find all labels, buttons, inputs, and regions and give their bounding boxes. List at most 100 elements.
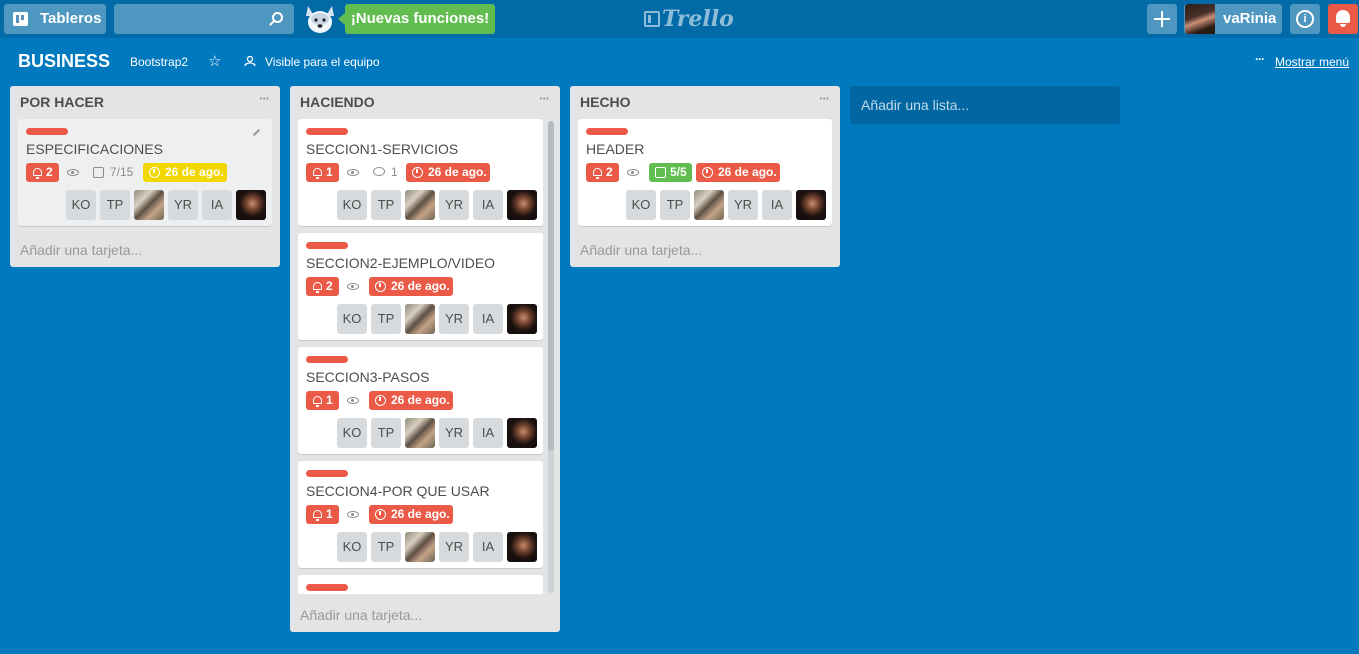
member-ia[interactable]: IA <box>473 532 503 562</box>
info-icon: i <box>1296 10 1314 28</box>
card[interactable]: ESPECIFICACIONES 2 7/15 26 de ago. KO TP… <box>18 119 272 226</box>
member-tp[interactable]: TP <box>371 190 401 220</box>
member-tp[interactable]: TP <box>371 418 401 448</box>
list-scrollbar[interactable] <box>548 121 554 593</box>
member-ko[interactable]: KO <box>66 190 96 220</box>
list-menu-icon[interactable]: ··· <box>539 91 550 106</box>
member-avatar[interactable] <box>796 190 826 220</box>
show-menu-link[interactable]: Mostrar menú <box>1275 55 1349 69</box>
member-yr[interactable]: YR <box>728 190 758 220</box>
member-yr[interactable]: YR <box>439 418 469 448</box>
list-title[interactable]: HECHO <box>580 94 631 110</box>
search-input[interactable] <box>114 4 294 34</box>
member-tp[interactable]: TP <box>371 532 401 562</box>
member-avatar[interactable] <box>405 418 435 448</box>
member-ia[interactable]: IA <box>473 418 503 448</box>
due-date-badge: 26 de ago. <box>369 391 453 410</box>
member-avatar[interactable] <box>405 304 435 334</box>
card-title: SECCION3-PASOS <box>306 369 430 385</box>
member-avatar[interactable] <box>507 190 537 220</box>
due-date-badge: 26 de ago. <box>369 505 453 524</box>
card[interactable]: SECCION3-PASOS 1 26 de ago. KO TP YR IA <box>298 347 543 454</box>
card-label <box>306 584 348 591</box>
member-avatar[interactable] <box>236 190 266 220</box>
member-avatar[interactable] <box>694 190 724 220</box>
member-tp[interactable]: TP <box>660 190 690 220</box>
member-yr[interactable]: YR <box>168 190 198 220</box>
due-date-badge: 26 de ago. <box>369 277 453 296</box>
member-avatar[interactable] <box>405 190 435 220</box>
more-icon[interactable]: ··· <box>1255 52 1265 66</box>
boards-button[interactable]: Tableros <box>4 4 106 34</box>
card-label <box>26 128 68 135</box>
star-icon[interactable]: ☆ <box>208 54 221 69</box>
list-haciendo: HACIENDO ··· SECCION1-SERVICIOS 1 1 26 d… <box>290 86 560 632</box>
search-icon[interactable] <box>272 12 283 23</box>
list-title[interactable]: POR HACER <box>20 94 104 110</box>
member-ko[interactable]: KO <box>337 532 367 562</box>
member-yr[interactable]: YR <box>439 532 469 562</box>
notifications-button[interactable] <box>1328 4 1358 34</box>
eye-icon <box>627 169 639 176</box>
board-team[interactable]: Bootstrap2 <box>130 55 188 69</box>
add-card-link[interactable]: Añadir una tarjeta... <box>20 242 142 258</box>
list-title[interactable]: HACIENDO <box>300 94 375 110</box>
member-tp[interactable]: TP <box>371 304 401 334</box>
edit-icon[interactable] <box>252 128 261 137</box>
member-ko[interactable]: KO <box>626 190 656 220</box>
board-title[interactable]: BUSINESS <box>18 51 110 72</box>
watch-badge <box>347 277 361 296</box>
member-ko[interactable]: KO <box>337 418 367 448</box>
card-label <box>306 470 348 477</box>
member-avatar[interactable] <box>507 532 537 562</box>
notification-badge: 1 <box>306 391 339 410</box>
member-ko[interactable]: KO <box>337 190 367 220</box>
member-tp[interactable]: TP <box>100 190 130 220</box>
card-label <box>586 128 628 135</box>
member-yr[interactable]: YR <box>439 190 469 220</box>
bell-icon <box>313 510 322 521</box>
member-avatar[interactable] <box>507 304 537 334</box>
member-avatar[interactable] <box>405 532 435 562</box>
bell-icon <box>1336 10 1350 27</box>
member-ia[interactable]: IA <box>473 190 503 220</box>
card[interactable]: SECCION2-EJEMPLO/VIDEO 2 26 de ago. KO T… <box>298 233 543 340</box>
add-list-label: Añadir una lista... <box>861 97 970 113</box>
boards-icon <box>13 12 28 26</box>
team-visibility-icon <box>244 55 256 67</box>
new-features-button[interactable]: ¡Nuevas funciones! <box>338 4 495 34</box>
add-card-link[interactable]: Añadir una tarjeta... <box>580 242 702 258</box>
taco-mascot-icon <box>306 6 334 33</box>
eye-icon <box>347 283 359 290</box>
notification-badge: 1 <box>306 163 339 182</box>
list-menu-icon[interactable]: ··· <box>819 91 830 106</box>
notification-badge: 2 <box>26 163 59 182</box>
watch-badge <box>347 391 361 410</box>
add-card-link[interactable]: Añadir una tarjeta... <box>300 607 422 623</box>
member-ko[interactable]: KO <box>337 304 367 334</box>
add-list-button[interactable]: Añadir una lista... <box>850 86 1120 124</box>
member-avatar[interactable] <box>134 190 164 220</box>
watch-badge <box>347 505 361 524</box>
card[interactable]: HEADER 2 5/5 26 de ago. KO TP YR IA <box>578 119 832 226</box>
member-ia[interactable]: IA <box>202 190 232 220</box>
list-menu-icon[interactable]: ··· <box>259 91 270 106</box>
user-menu-button[interactable]: vaRinia <box>1184 4 1282 34</box>
member-ia[interactable]: IA <box>762 190 792 220</box>
visibility-label[interactable]: Visible para el equipo <box>265 55 380 69</box>
card-title: SECCION4-POR QUE USAR <box>306 483 490 499</box>
add-button[interactable] <box>1147 4 1177 34</box>
trello-logo[interactable]: Trello <box>644 6 734 32</box>
info-button[interactable]: i <box>1290 4 1320 34</box>
clock-icon <box>375 395 386 406</box>
card[interactable]: SECCION4-POR QUE USAR 1 26 de ago. KO TP… <box>298 461 543 568</box>
card-title: SECCION2-EJEMPLO/VIDEO <box>306 255 496 271</box>
card[interactable]: SECCION1-SERVICIOS 1 1 26 de ago. KO TP … <box>298 119 543 226</box>
eye-icon <box>347 511 359 518</box>
member-avatar[interactable] <box>507 418 537 448</box>
member-yr[interactable]: YR <box>439 304 469 334</box>
card[interactable] <box>298 575 543 594</box>
member-ia[interactable]: IA <box>473 304 503 334</box>
card-members: KO TP YR IA <box>337 418 537 448</box>
eye-icon <box>347 169 359 176</box>
